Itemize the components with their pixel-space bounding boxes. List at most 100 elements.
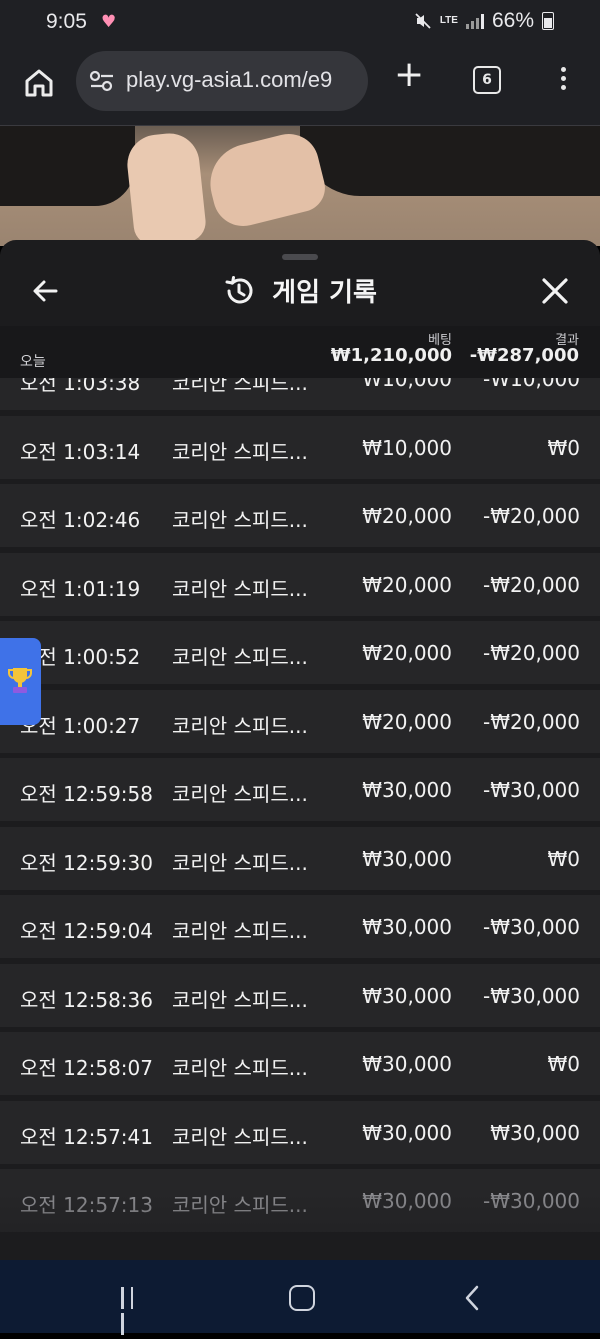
row-time: 오전 1:03:38	[20, 378, 141, 395]
row-game: 코리안 스피드...	[172, 782, 308, 806]
row-result: -₩30,000	[483, 778, 580, 802]
trophy-button[interactable]	[0, 638, 41, 725]
row-game: 코리안 스피드...	[172, 1193, 308, 1217]
row-game: 코리안 스피드...	[172, 645, 308, 669]
history-row[interactable]: 오전 1:00:52 코리안 스피드... ₩20,000 -₩20,000	[0, 621, 600, 684]
row-result: -₩10,000	[483, 378, 580, 391]
row-bet: ₩20,000	[362, 504, 452, 528]
history-row[interactable]: 오전 1:03:38 코리안 스피드... ₩10,000 -₩10,000	[0, 378, 600, 410]
heart-icon: ♥	[101, 12, 117, 32]
video-sleeve-right	[300, 126, 600, 196]
site-settings-icon[interactable]	[88, 69, 116, 93]
history-list[interactable]: 오전 1:03:38 코리안 스피드... ₩10,000 -₩10,000 오전 1…	[0, 378, 600, 1260]
home-nav-icon[interactable]	[289, 1285, 315, 1311]
row-bet: ₩30,000	[362, 846, 452, 871]
history-row[interactable]: 오전 12:59:58 코리안 스피드... ₩30,000 -₩30,000	[0, 758, 600, 821]
row-game: 코리안 스피드...	[172, 508, 308, 532]
row-game: 코리안 스피드...	[172, 919, 308, 943]
row-game: 코리안 스피드...	[172, 439, 308, 464]
video-hand-right	[201, 127, 331, 233]
back-nav-icon[interactable]	[462, 1284, 482, 1312]
row-bet: ₩30,000	[362, 915, 452, 939]
history-rows: 오전 1:03:38 코리안 스피드... ₩10,000 -₩10,000 오전 1…	[0, 378, 600, 1238]
history-row[interactable]: 오전 12:58:07 코리안 스피드... ₩30,000 ₩0	[0, 1032, 600, 1095]
page-title: 게임 기록	[272, 278, 377, 308]
system-nav-bar	[0, 1260, 600, 1335]
row-result: -₩20,000	[483, 572, 580, 597]
recent-apps-icon[interactable]	[121, 1287, 147, 1335]
browser-toolbar: play.vg-asia1.com/e9 + 6	[0, 46, 600, 126]
row-result: -₩20,000	[483, 709, 580, 734]
row-bet: ₩20,000	[362, 709, 452, 734]
row-result: -₩30,000	[483, 983, 580, 1008]
row-time: 오전 12:58:36	[20, 987, 153, 1012]
row-bet: ₩10,000	[362, 435, 452, 460]
sheet-grabber[interactable]	[282, 254, 318, 260]
live-video	[0, 126, 600, 246]
video-hand-left	[124, 130, 208, 246]
history-row[interactable]: 오전 1:00:27 코리안 스피드... ₩20,000 -₩20,000	[0, 689, 600, 753]
row-time: 오전 12:59:30	[20, 850, 153, 875]
row-result: ₩0	[547, 1052, 581, 1076]
history-row[interactable]: 오전 1:03:14 코리안 스피드... ₩10,000 ₩0	[0, 415, 600, 479]
row-result: -₩20,000	[483, 504, 580, 528]
history-row[interactable]: 오전 12:57:13 코리안 스피드... ₩30,000 -₩30,000	[0, 1169, 600, 1232]
history-icon	[223, 275, 255, 307]
sheet-header: 게임 기록	[0, 272, 600, 309]
row-bet: ₩30,000	[362, 778, 452, 802]
trophy-icon	[7, 665, 33, 695]
row-game: 코리안 스피드...	[172, 850, 308, 875]
row-bet: ₩30,000	[362, 1120, 452, 1145]
history-row[interactable]: 오전 1:02:46 코리안 스피드... ₩20,000 -₩20,000	[0, 484, 600, 547]
row-bet: ₩20,000	[362, 572, 452, 597]
more-vert-icon[interactable]	[556, 64, 570, 94]
row-result: ₩30,000	[490, 1120, 580, 1145]
close-icon[interactable]	[540, 276, 570, 306]
row-bet: ₩30,000	[362, 1189, 452, 1213]
row-time: 오전 12:57:41	[20, 1124, 153, 1149]
row-result: -₩30,000	[483, 915, 580, 939]
row-game: 코리안 스피드...	[172, 576, 308, 601]
row-bet: ₩30,000	[362, 983, 452, 1008]
status-bar: 9:05 ♥ LTE 66%	[0, 0, 600, 46]
mute-icon	[414, 12, 432, 30]
row-game: 코리안 스피드...	[172, 1056, 308, 1080]
status-icons: LTE 66%	[414, 9, 554, 33]
history-row[interactable]: 오전 1:01:19 코리안 스피드... ₩20,000 -₩20,000	[0, 552, 600, 616]
row-game: 코리안 스피드...	[172, 378, 308, 395]
tabs-icon[interactable]: 6	[473, 66, 501, 94]
home-icon[interactable]	[22, 66, 56, 100]
row-time: 오전 12:58:07	[20, 1056, 153, 1080]
row-time: 오전 12:57:13	[20, 1193, 153, 1217]
today-label: 오늘	[20, 354, 46, 370]
row-time: 오전 12:59:58	[20, 782, 153, 806]
result-total: -₩287,000	[469, 345, 579, 366]
row-result: -₩30,000	[483, 1189, 580, 1213]
row-bet: ₩30,000	[362, 1052, 452, 1076]
video-sleeve-left	[0, 126, 135, 206]
history-row[interactable]: 오전 12:59:30 코리안 스피드... ₩30,000 ₩0	[0, 826, 600, 890]
row-bet: ₩10,000	[362, 378, 452, 391]
row-time: 오전 12:59:04	[20, 919, 153, 943]
history-row[interactable]: 오전 12:57:41 코리안 스피드... ₩30,000 ₩30,000	[0, 1100, 600, 1164]
battery-icon	[542, 12, 554, 30]
summary-header: 오늘 베팅 결과 ₩1,210,000 -₩287,000	[0, 326, 600, 378]
row-result: ₩0	[547, 846, 581, 871]
url-bar[interactable]: play.vg-asia1.com/e9	[76, 51, 368, 111]
bet-total: ₩1,210,000	[330, 345, 452, 366]
row-time: 오전 1:03:14	[20, 439, 141, 464]
row-game: 코리안 스피드...	[172, 1124, 308, 1149]
row-time: 오전 1:02:46	[20, 508, 141, 532]
row-game: 코리안 스피드...	[172, 713, 308, 738]
row-result: -₩20,000	[483, 641, 580, 665]
battery-percent: 66%	[491, 9, 534, 32]
history-row[interactable]: 오전 12:58:36 코리안 스피드... ₩30,000 -₩30,000	[0, 963, 600, 1027]
row-time: 오전 1:01:19	[20, 576, 141, 601]
row-bet: ₩20,000	[362, 641, 452, 665]
game-history-sheet: 게임 기록 오늘 베팅 결과 ₩1,210,000 -₩287,000 오전 1…	[0, 240, 600, 1260]
row-result: ₩0	[547, 435, 581, 460]
history-row[interactable]: 오전 12:59:04 코리안 스피드... ₩30,000 -₩30,000	[0, 895, 600, 958]
plus-icon[interactable]: +	[394, 57, 424, 93]
url-text[interactable]: play.vg-asia1.com/e9	[126, 67, 332, 93]
lte-indicator: LTE	[439, 15, 458, 26]
